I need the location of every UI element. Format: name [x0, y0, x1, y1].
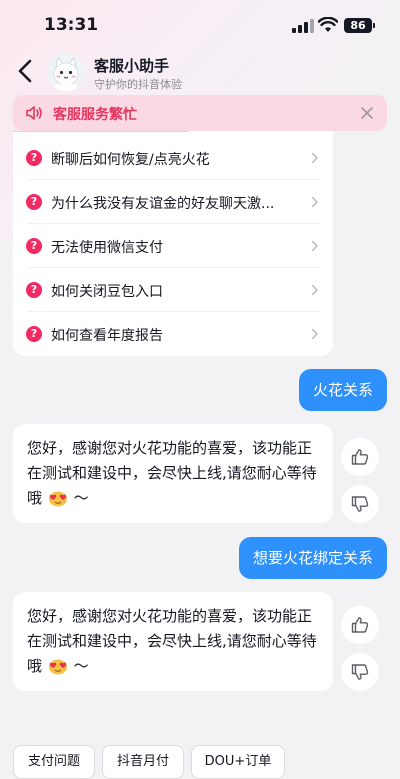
cat-mascot-icon [47, 53, 85, 91]
heart-eyes-emoji-icon [48, 659, 67, 674]
chat-subtitle: 守护你的抖音体验 [94, 78, 182, 91]
message-text: 您好，感谢您对火花功能的喜爱，该功能正在测试和建设中，会尽快上线,请您耐心等待哦 [27, 607, 317, 675]
notice-text: 客服服务繁忙 [53, 107, 137, 123]
quick-actions-bar: 支付问题 抖音月付 DOU+订单 [0, 733, 400, 779]
heart-eyes-emoji-icon [48, 491, 67, 506]
question-mark-icon: ? [26, 326, 42, 342]
thumbs-up-icon [351, 449, 369, 465]
faq-label: 如何关闭豆包入口 [51, 284, 163, 300]
quick-action-dou-order[interactable]: DOU+订单 [191, 745, 285, 779]
faq-item[interactable]: ? 无法使用微信支付 [13, 224, 333, 268]
bot-message-bubble[interactable]: 您好，感谢您对火花功能的喜爱，该功能正在测试和建设中，会尽快上线,请您耐心等待哦… [13, 592, 333, 691]
bot-message-bubble[interactable]: 您好，感谢您对火花功能的喜爱，该功能正在测试和建设中，会尽快上线,请您耐心等待哦… [13, 424, 333, 523]
faq-item[interactable]: ? 如何关闭豆包入口 [13, 268, 333, 312]
chevron-right-icon [311, 240, 318, 252]
message-text: 想要火花绑定关系 [252, 549, 373, 567]
thumbs-down-icon [351, 664, 369, 680]
faq-label: 断聊后如何恢复/点亮火花 [51, 152, 210, 168]
faq-label: 如何查看年度报告 [51, 328, 163, 344]
question-mark-icon: ? [26, 150, 42, 166]
thumbs-down-button[interactable] [341, 485, 379, 523]
back-arrow-icon[interactable] [14, 58, 38, 84]
battery-tip [373, 23, 375, 28]
faq-card: ? 断聊后如何恢复/点亮火花 ? 为什么我没有友谊金的好友聊天激... ? 无法… [13, 131, 333, 356]
quick-action-monthly-pay[interactable]: 抖音月付 [102, 745, 184, 779]
chevron-right-icon [311, 284, 318, 296]
faq-item[interactable]: ? 如何查看年度报告 [13, 312, 333, 356]
close-icon[interactable] [359, 105, 375, 121]
user-message-bubble[interactable]: 想要火花绑定关系 [238, 537, 387, 579]
message-tail: ～ [73, 489, 89, 507]
chat-title: 客服小助手 [94, 57, 170, 75]
chevron-right-icon [311, 328, 318, 340]
thumbs-up-button[interactable] [341, 606, 379, 644]
faq-item[interactable]: ? 断聊后如何恢复/点亮火花 [13, 136, 333, 180]
question-mark-icon: ? [26, 282, 42, 298]
question-mark-icon: ? [26, 238, 42, 254]
busy-notice-banner: 客服服务繁忙 [13, 95, 387, 131]
user-message-bubble[interactable]: 火花关系 [298, 369, 387, 411]
battery-indicator: 86 [344, 18, 372, 33]
faq-label: 为什么我没有友谊金的好友聊天激... [51, 196, 275, 212]
speaker-icon [26, 106, 42, 120]
status-bar: 13:31 86 [0, 0, 400, 50]
quick-action-payment[interactable]: 支付问题 [13, 745, 95, 779]
faq-label: 无法使用微信支付 [51, 240, 163, 256]
faq-top-divider [13, 131, 188, 132]
message-text: 您好，感谢您对火花功能的喜爱，该功能正在测试和建设中，会尽快上线,请您耐心等待哦 [27, 439, 317, 507]
signal-icon [292, 19, 314, 33]
assistant-avatar[interactable] [47, 53, 85, 91]
chevron-right-icon [311, 152, 318, 164]
chat-header: 客服小助手 守护你的抖音体验 [0, 50, 400, 92]
wifi-icon [318, 17, 338, 32]
faq-item[interactable]: ? 为什么我没有友谊金的好友聊天激... [13, 180, 333, 224]
status-time: 13:31 [44, 15, 99, 35]
thumbs-up-icon [351, 617, 369, 633]
thumbs-down-icon [351, 496, 369, 512]
chevron-right-icon [311, 196, 318, 208]
message-text: 火花关系 [312, 381, 373, 399]
message-tail: ～ [73, 657, 89, 675]
question-mark-icon: ? [26, 194, 42, 210]
thumbs-down-button[interactable] [341, 653, 379, 691]
thumbs-up-button[interactable] [341, 438, 379, 476]
